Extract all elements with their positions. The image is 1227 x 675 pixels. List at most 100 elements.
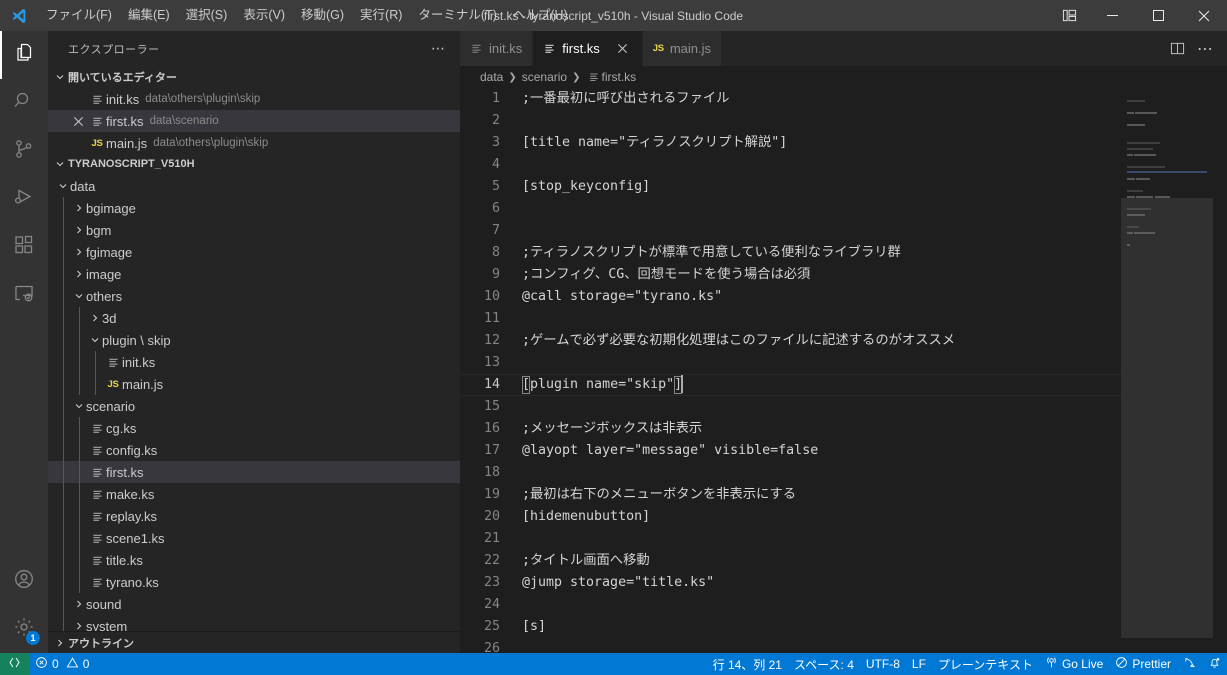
minimize-icon[interactable] — [1089, 0, 1135, 31]
tab-first-ks[interactable]: first.ks — [533, 31, 643, 66]
status-remote-window[interactable] — [0, 653, 29, 675]
file-plugin-main-js[interactable]: JSmain.js — [48, 373, 460, 395]
status-encoding[interactable]: UTF-8 — [860, 653, 906, 675]
code-line[interactable]: 1;一番最初に呼び出されるファイル — [460, 88, 1121, 110]
activity-explorer[interactable] — [0, 31, 48, 79]
activity-accounts[interactable] — [0, 557, 48, 605]
folder-3d[interactable]: 3d — [48, 307, 460, 329]
menu-help[interactable]: ヘルプ(H) — [505, 0, 576, 31]
menu-run[interactable]: 実行(R) — [352, 0, 410, 31]
code-line[interactable]: 3[title name="ティラノスクリプト解説"] — [460, 132, 1121, 154]
menu-edit[interactable]: 編集(E) — [120, 0, 178, 31]
folder-system[interactable]: system — [48, 615, 460, 631]
code-line[interactable]: 5[stop_keyconfig] — [460, 176, 1121, 198]
status-indentation[interactable]: スペース: 4 — [788, 653, 860, 675]
code-line[interactable]: 6 — [460, 198, 1121, 220]
folder-plugin-skip[interactable]: plugin \ skip — [48, 329, 460, 351]
status-cursor-position[interactable]: 行 14、列 21 — [707, 653, 788, 675]
code-line[interactable]: 24 — [460, 594, 1121, 616]
breadcrumb-scenario[interactable]: scenario — [522, 70, 567, 84]
status-prettier[interactable]: Prettier — [1109, 653, 1177, 675]
maximize-icon[interactable] — [1135, 0, 1181, 31]
code-line[interactable]: 22;タイトル画面へ移動 — [460, 550, 1121, 572]
folder-image[interactable]: image — [48, 263, 460, 285]
open-editor-main-js[interactable]: JS main.js data\others\plugin\skip — [48, 132, 460, 153]
status-notifications[interactable] — [1202, 653, 1227, 675]
code-line[interactable]: 13 — [460, 352, 1121, 374]
customize-layout-icon[interactable] — [1049, 0, 1089, 31]
open-editors-section-header[interactable]: 開いているエディター — [48, 66, 460, 88]
folder-fgimage[interactable]: fgimage — [48, 241, 460, 263]
folder-others[interactable]: others — [48, 285, 460, 307]
activity-run-debug[interactable] — [0, 175, 48, 223]
activity-settings[interactable]: 1 — [0, 605, 48, 653]
file-first-ks[interactable]: first.ks — [48, 461, 460, 483]
status-feedback[interactable] — [1177, 653, 1202, 675]
menu-terminal[interactable]: ターミナル(T) — [410, 0, 504, 31]
activity-remote-explorer[interactable] — [0, 271, 48, 319]
ellipsis-icon[interactable]: ⋯ — [425, 40, 452, 57]
code-line[interactable]: 11 — [460, 308, 1121, 330]
minimap[interactable] — [1121, 88, 1213, 653]
menu-selection[interactable]: 選択(S) — [178, 0, 236, 31]
split-editor-icon[interactable] — [1163, 31, 1191, 66]
breadcrumb-data[interactable]: data — [480, 70, 503, 84]
file-make-ks[interactable]: make.ks — [48, 483, 460, 505]
status-problems[interactable]: 0 0 — [29, 653, 95, 675]
folder-sound[interactable]: sound — [48, 593, 460, 615]
code-line[interactable]: 25[s] — [460, 616, 1121, 638]
outline-section-header[interactable]: アウトライン — [48, 631, 460, 653]
close-icon[interactable] — [68, 116, 88, 127]
code-scroll-area[interactable]: 1;一番最初に呼び出されるファイル23[title name="ティラノスクリプ… — [460, 88, 1121, 653]
file-replay-ks[interactable]: replay.ks — [48, 505, 460, 527]
open-editor-init-ks[interactable]: init.ks data\others\plugin\skip — [48, 88, 460, 110]
code-line[interactable]: 20[hidemenubutton] — [460, 506, 1121, 528]
code-line[interactable]: 16;メッセージボックスは非表示 — [460, 418, 1121, 440]
folder-bgimage[interactable]: bgimage — [48, 197, 460, 219]
open-editor-first-ks[interactable]: first.ks data\scenario — [48, 110, 460, 132]
overview-ruler[interactable] — [1213, 88, 1227, 653]
code-line[interactable]: 14[plugin name="skip"] — [460, 374, 1121, 396]
file-scene1-ks[interactable]: scene1.ks — [48, 527, 460, 549]
close-icon[interactable] — [1181, 0, 1227, 31]
breadcrumb-first-ks[interactable]: first.ks — [586, 70, 637, 84]
menu-go[interactable]: 移動(G) — [293, 0, 352, 31]
status-eol[interactable]: LF — [906, 653, 932, 675]
folder-data[interactable]: data — [48, 175, 460, 197]
code-line[interactable]: 17@layopt layer="message" visible=false — [460, 440, 1121, 462]
code-line[interactable]: 2 — [460, 110, 1121, 132]
code-line[interactable]: 12;ゲームで必ず必要な初期化処理はこのファイルに記述するのがオススメ — [460, 330, 1121, 352]
status-go-live[interactable]: Go Live — [1039, 653, 1109, 675]
code-line[interactable]: 7 — [460, 220, 1121, 242]
code-line[interactable]: 15 — [460, 396, 1121, 418]
code-line[interactable]: 23@jump storage="title.ks" — [460, 572, 1121, 594]
code-editor[interactable]: 1;一番最初に呼び出されるファイル23[title name="ティラノスクリプ… — [460, 88, 1227, 653]
code-line[interactable]: 21 — [460, 528, 1121, 550]
activity-extensions[interactable] — [0, 223, 48, 271]
minimap-slider[interactable] — [1121, 198, 1213, 638]
tab-main-js[interactable]: JS main.js — [643, 31, 722, 66]
folder-scenario[interactable]: scenario — [48, 395, 460, 417]
code-line[interactable]: 18 — [460, 462, 1121, 484]
menu-file[interactable]: ファイル(F) — [38, 0, 120, 31]
file-plugin-init-ks[interactable]: init.ks — [48, 351, 460, 373]
code-line[interactable]: 8;ティラノスクリプトが標準で用意している便利なライブラリ群 — [460, 242, 1121, 264]
activity-source-control[interactable] — [0, 127, 48, 175]
file-cg-ks[interactable]: cg.ks — [48, 417, 460, 439]
code-lines[interactable]: 1;一番最初に呼び出されるファイル23[title name="ティラノスクリプ… — [460, 88, 1121, 653]
file-tyrano-ks[interactable]: tyrano.ks — [48, 571, 460, 593]
workspace-section-header[interactable]: TYRANOSCRIPT_V510H — [48, 153, 460, 175]
tab-init-ks[interactable]: init.ks — [460, 31, 533, 66]
file-config-ks[interactable]: config.ks — [48, 439, 460, 461]
status-language-mode[interactable]: プレーンテキスト — [932, 653, 1039, 675]
activity-search[interactable] — [0, 79, 48, 127]
folder-bgm[interactable]: bgm — [48, 219, 460, 241]
code-line[interactable]: 10@call storage="tyrano.ks" — [460, 286, 1121, 308]
code-line[interactable]: 9;コンフィグ、CG、回想モードを使う場合は必須 — [460, 264, 1121, 286]
file-title-ks[interactable]: title.ks — [48, 549, 460, 571]
close-icon[interactable] — [614, 40, 632, 58]
code-line[interactable]: 26 — [460, 638, 1121, 653]
code-line[interactable]: 19;最初は右下のメニューボタンを非表示にする — [460, 484, 1121, 506]
ellipsis-icon[interactable]: ⋯ — [1191, 31, 1219, 66]
menu-view[interactable]: 表示(V) — [235, 0, 293, 31]
